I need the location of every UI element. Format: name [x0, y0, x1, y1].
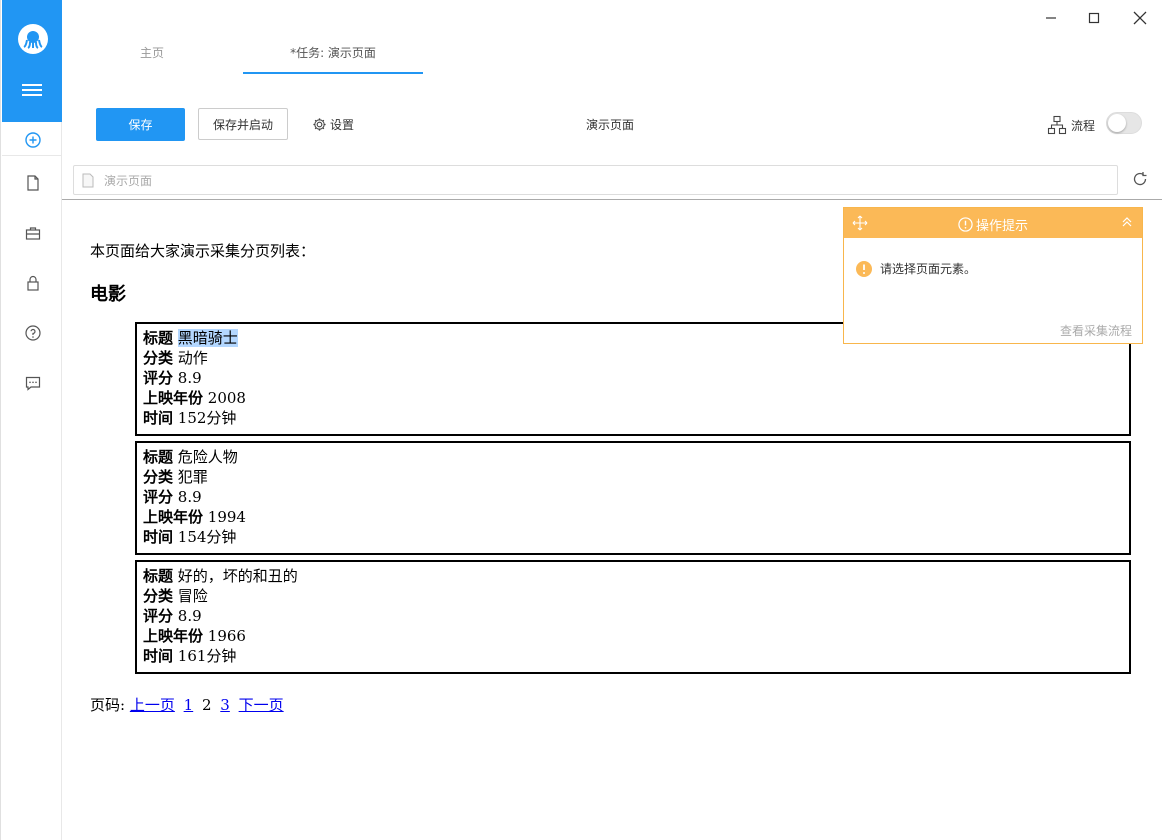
flowchart-icon	[1047, 115, 1067, 135]
pagination: 页码: 上一页 1 2 3 下一页	[90, 694, 288, 715]
sidebar-divider	[2, 155, 62, 156]
save-and-run-button[interactable]: 保存并启动	[198, 108, 288, 140]
refresh-icon[interactable]	[1132, 171, 1148, 191]
settings-label: 设置	[330, 118, 355, 132]
view-flow-link[interactable]: 查看采集流程	[1060, 322, 1132, 339]
field-label: 时间	[143, 409, 174, 427]
section-heading: 电影	[90, 284, 126, 305]
close-icon[interactable]	[1130, 8, 1150, 28]
page-3-link[interactable]: 3	[220, 696, 230, 714]
movie-rating[interactable]: 8.9	[178, 607, 202, 625]
briefcase-icon[interactable]	[24, 224, 42, 242]
field-label: 评分	[143, 369, 174, 387]
gear-icon	[313, 118, 326, 131]
field-label: 分类	[143, 349, 174, 367]
address-text: 演示页面	[104, 174, 153, 188]
info-icon	[958, 217, 973, 232]
movie-rating[interactable]: 8.9	[178, 488, 202, 506]
intro-text: 本页面给大家演示采集分页列表：	[90, 242, 316, 260]
minimize-icon[interactable]	[1041, 8, 1061, 28]
flow-toggle[interactable]	[1106, 112, 1142, 134]
page-name: 演示页面	[585, 118, 634, 132]
tab-task[interactable]: *任务: 演示页面	[243, 44, 423, 74]
movie-category[interactable]: 动作	[178, 349, 208, 367]
address-bar[interactable]: 演示页面	[73, 165, 1118, 195]
field-label: 时间	[143, 528, 174, 546]
movie-card[interactable]: 标题 危险人物 分类 犯罪 评分 8.9 上映年份 1994 时间 154分钟	[135, 441, 1131, 555]
next-page-link[interactable]: 下一页	[239, 696, 284, 714]
field-label: 标题	[143, 448, 174, 466]
field-label: 上映年份	[143, 508, 204, 526]
message-icon[interactable]	[24, 374, 42, 392]
movie-duration[interactable]: 154分钟	[178, 528, 237, 546]
current-page: 2	[201, 696, 212, 714]
tip-title-text: 操作提示	[975, 219, 1028, 234]
movie-year[interactable]: 2008	[208, 389, 246, 407]
movie-rating[interactable]: 8.9	[178, 369, 202, 387]
tip-title: 操作提示	[844, 215, 1142, 234]
lock-icon[interactable]	[24, 274, 42, 292]
movie-duration[interactable]: 152分钟	[178, 409, 237, 427]
file-icon[interactable]	[24, 174, 42, 192]
field-label: 标题	[143, 567, 174, 585]
movie-duration[interactable]: 161分钟	[178, 647, 237, 665]
field-label: 时间	[143, 647, 174, 665]
tip-message-text: 请选择页面元素。	[880, 262, 977, 276]
movie-card[interactable]: 标题 好的，坏的和丑的 分类 冒险 评分 8.9 上映年份 1966 时间 16…	[135, 560, 1131, 674]
field-label: 上映年份	[143, 627, 204, 645]
pager-label: 页码:	[90, 696, 126, 714]
movie-category[interactable]: 犯罪	[178, 468, 208, 486]
field-label: 上映年份	[143, 389, 204, 407]
field-label: 标题	[143, 329, 174, 347]
tip-header: 操作提示	[844, 208, 1142, 238]
flow-button[interactable]: 流程	[1047, 115, 1095, 135]
tab-home[interactable]: 主页	[62, 44, 242, 74]
field-label: 分类	[143, 468, 174, 486]
flow-label: 流程	[1071, 118, 1096, 133]
add-task-icon[interactable]	[24, 131, 42, 149]
collapse-icon[interactable]	[1120, 215, 1134, 229]
menu-icon[interactable]	[22, 84, 42, 98]
movie-title[interactable]: 好的，坏的和丑的	[178, 567, 298, 585]
field-label: 评分	[143, 488, 174, 506]
field-label: 分类	[143, 587, 174, 605]
maximize-icon[interactable]	[1084, 8, 1104, 28]
movie-category[interactable]: 冒险	[178, 587, 208, 605]
tip-message: 请选择页面元素。	[856, 260, 976, 277]
prev-page-link[interactable]: 上一页	[130, 696, 175, 714]
page-1-link[interactable]: 1	[184, 696, 194, 714]
movie-title[interactable]: 危险人物	[178, 448, 238, 466]
page-icon	[82, 173, 94, 188]
movie-year[interactable]: 1966	[208, 627, 246, 645]
movie-year[interactable]: 1994	[208, 508, 246, 526]
sidebar-header	[2, 0, 62, 122]
operation-tip-panel: 操作提示 请选择页面元素。 查看采集流程	[843, 207, 1143, 344]
sidebar	[0, 0, 62, 840]
field-label: 评分	[143, 607, 174, 625]
octopus-logo-icon	[18, 24, 48, 54]
save-button[interactable]: 保存	[96, 108, 185, 141]
movie-title[interactable]: 黑暗骑士	[177, 329, 238, 347]
settings-button[interactable]: 设置	[312, 116, 354, 133]
warning-icon	[856, 260, 872, 277]
help-icon[interactable]	[24, 324, 42, 342]
